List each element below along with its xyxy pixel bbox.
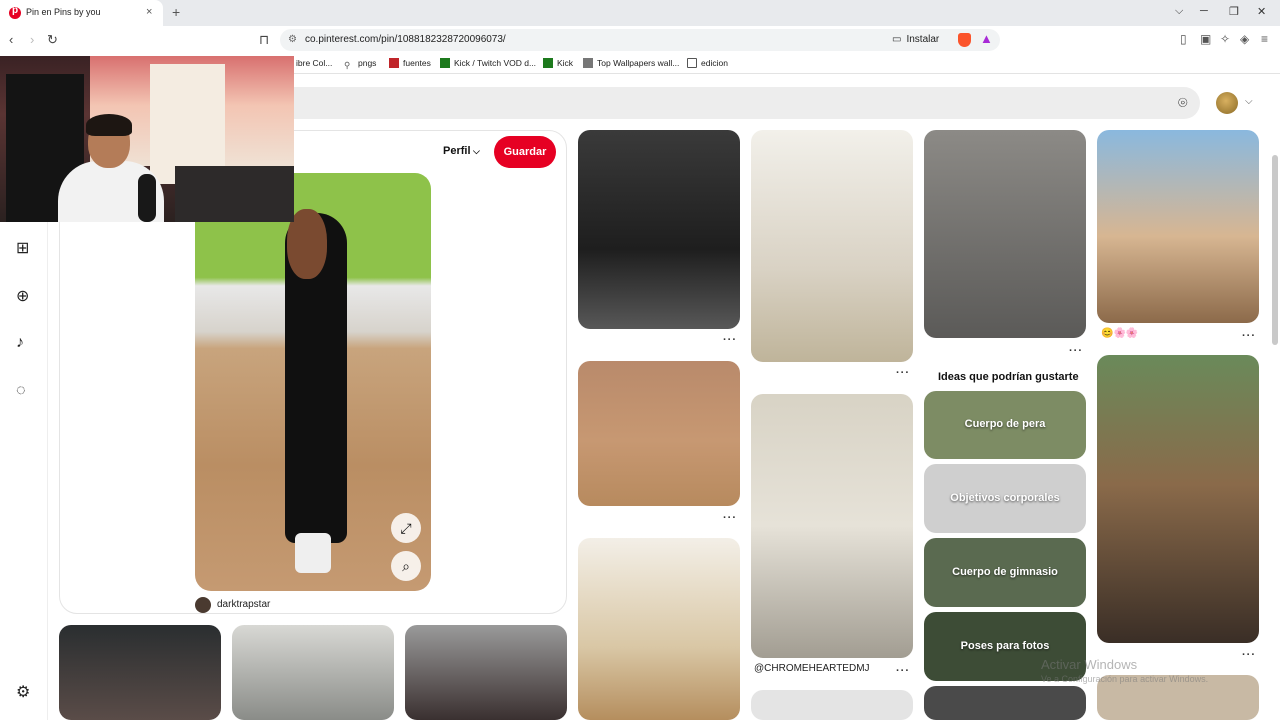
pin-icon: ⚲	[344, 60, 351, 70]
bookmark-item[interactable]: Kick	[543, 58, 573, 68]
url-text[interactable]: co.pinterest.com/pin/1088182328720096073…	[305, 34, 506, 45]
pin-image-sock	[295, 533, 331, 573]
idea-card-cuerpo-de-gimnasio[interactable]: Cuerpo de gimnasio	[924, 538, 1086, 607]
feed-pin[interactable]	[59, 625, 221, 720]
wallpaper-icon	[583, 58, 593, 68]
close-window-icon[interactable]: ✕	[1257, 5, 1266, 18]
windows-activation-subtitle: Ve a Configuración para activar Windows.	[1041, 674, 1209, 684]
new-tab-button[interactable]: +	[172, 4, 180, 20]
profile-dropdown[interactable]: Perfil	[443, 145, 480, 157]
wallet-icon[interactable]: ▣	[1200, 32, 1211, 46]
more-options-icon[interactable]: ···	[1242, 649, 1256, 661]
feed-pin[interactable]	[232, 625, 394, 720]
tab-bar: Pin en Pins by you × + ⌵ ─ ❐ ✕	[0, 0, 1280, 26]
more-options-icon[interactable]: ···	[896, 665, 910, 677]
webcam-overlay	[0, 56, 294, 222]
install-app-button[interactable]: Instalar	[892, 34, 939, 45]
idea-label: Cuerpo de gimnasio	[952, 566, 1058, 578]
tab-title: Pin en Pins by you	[26, 7, 101, 17]
kick-icon	[440, 58, 450, 68]
idea-label: Cuerpo de pera	[964, 418, 1046, 430]
tab-list-chevron-icon[interactable]: ⌵	[1175, 5, 1183, 18]
tab-close-icon[interactable]: ×	[146, 6, 152, 18]
pin-caption[interactable]: @CHROMEHEARTEDMJ	[754, 663, 870, 674]
bookmark-page-icon[interactable]: ⊓	[259, 32, 269, 48]
messages-icon[interactable]: ◌	[16, 382, 26, 400]
more-options-icon[interactable]: ···	[723, 334, 737, 346]
webcam-microphone	[138, 174, 156, 222]
feed-pin[interactable]	[751, 130, 913, 362]
back-icon[interactable]: ‹	[9, 32, 13, 47]
bookmark-item[interactable]: ⚲ pngs	[344, 58, 376, 70]
visual-search-icon[interactable]: ⌕	[391, 551, 421, 581]
bookmark-item[interactable]: edicion	[687, 58, 728, 68]
webcam-bed	[175, 166, 294, 222]
feed-pin[interactable]	[751, 690, 913, 720]
account-chevron-down-icon[interactable]: ⌵	[1245, 96, 1253, 107]
search-bar[interactable]	[240, 87, 1200, 119]
ideas-heading: Ideas que podrían gustarte	[938, 371, 1079, 383]
url-bar[interactable]: ⚙ co.pinterest.com/pin/10881823287200960…	[280, 29, 1000, 51]
leo-ai-icon[interactable]: ✧	[1220, 32, 1230, 46]
settings-gear-icon[interactable]: ⚙	[16, 682, 30, 702]
idea-label: Poses para fotos	[960, 640, 1050, 652]
address-bar-row: ‹ › ↻ ⊓ ⚙ co.pinterest.com/pin/108818232…	[0, 26, 1280, 54]
pin-emoji-caption: 😊🌸🌸	[1101, 328, 1139, 339]
site-info-icon[interactable]: ⚙	[288, 34, 297, 45]
more-options-icon[interactable]: ···	[1242, 330, 1256, 342]
idea-card-objetivos-corporales[interactable]: Objetivos corporales	[924, 464, 1086, 533]
feed-pin[interactable]	[1097, 130, 1259, 323]
notifications-bell-icon[interactable]: ♪	[16, 334, 24, 352]
windows-activation-title: Activar Windows	[1041, 657, 1138, 672]
folder-icon	[687, 58, 697, 68]
left-rail: ⊞ ⊕ ♪ ◌ ⚙	[0, 220, 48, 720]
camera-search-icon[interactable]: ⌾	[1178, 95, 1188, 113]
save-button[interactable]: Guardar	[494, 136, 556, 168]
pin-image[interactable]: ⤢ ⌕	[195, 173, 431, 591]
expand-icon[interactable]: ⤢	[391, 513, 421, 543]
avatar[interactable]	[1216, 92, 1238, 114]
feed-pin[interactable]	[1097, 355, 1259, 643]
bookmark-item[interactable]: Top Wallpapers wall...	[583, 58, 679, 68]
idea-label: Objetivos corporales	[950, 492, 1060, 504]
scrollbar[interactable]	[1272, 155, 1278, 345]
boards-icon[interactable]: ⊞	[16, 238, 29, 258]
creator-name[interactable]: darktrapstar	[217, 599, 270, 610]
idea-card[interactable]	[924, 686, 1086, 720]
feed-pin[interactable]	[751, 394, 913, 658]
idea-card-cuerpo-de-pera[interactable]: Cuerpo de pera	[924, 391, 1086, 459]
feed-pin[interactable]	[578, 361, 740, 506]
create-icon[interactable]: ⊕	[16, 286, 29, 306]
minimize-icon[interactable]: ─	[1200, 5, 1208, 17]
brave-rewards-icon[interactable]: ▲	[980, 31, 993, 46]
vpn-icon[interactable]: ◈	[1240, 32, 1249, 46]
sidebar-toggle-icon[interactable]: ▯	[1180, 32, 1187, 46]
reload-icon[interactable]: ↻	[47, 32, 58, 48]
menu-icon[interactable]: ≡	[1261, 32, 1268, 46]
feed-pin[interactable]	[924, 130, 1086, 338]
browser-tab[interactable]: Pin en Pins by you ×	[0, 0, 163, 26]
more-options-icon[interactable]: ···	[723, 512, 737, 524]
kick-icon	[543, 58, 553, 68]
pinterest-favicon-icon	[9, 5, 21, 19]
feed-pin[interactable]	[578, 130, 740, 329]
creator-avatar[interactable]	[195, 597, 211, 613]
maximize-icon[interactable]: ❐	[1229, 5, 1239, 18]
forward-icon[interactable]: ›	[30, 32, 34, 47]
bookmark-item[interactable]: ibre Col...	[296, 58, 332, 68]
bookmark-item[interactable]: fuentes	[389, 58, 431, 68]
feed-pin[interactable]	[405, 625, 567, 720]
more-options-icon[interactable]: ···	[1069, 345, 1083, 357]
more-options-icon[interactable]: ···	[896, 367, 910, 379]
webcam-person-hair	[86, 114, 132, 136]
feed-pin[interactable]	[578, 538, 740, 720]
dafont-icon	[389, 58, 399, 68]
bookmark-item[interactable]: Kick / Twitch VOD d...	[440, 58, 536, 68]
brave-shields-icon[interactable]	[958, 33, 971, 47]
